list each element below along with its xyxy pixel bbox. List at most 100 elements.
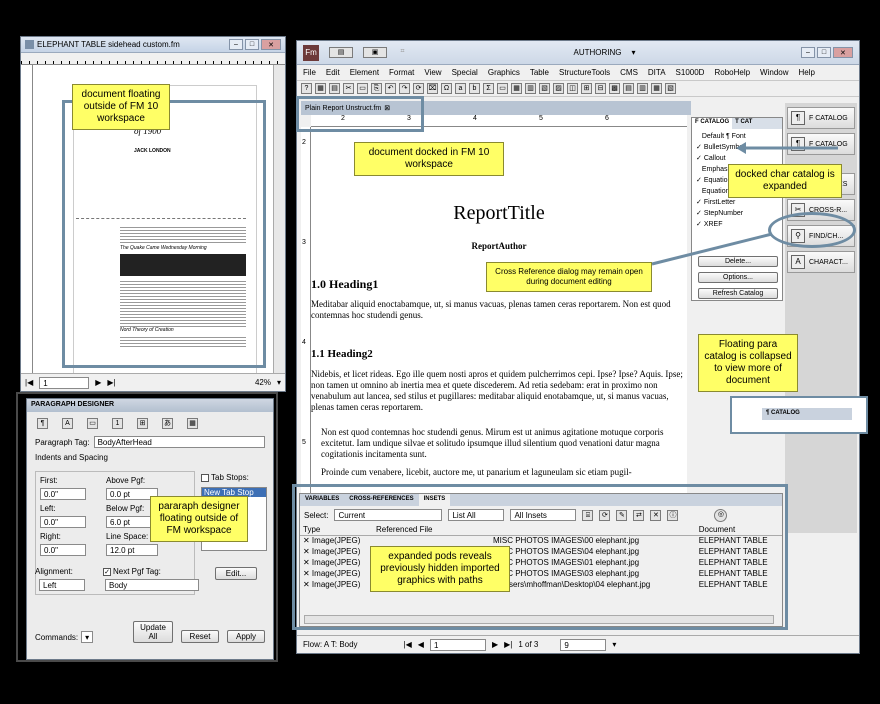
vruler-tick-label: 5 — [302, 439, 306, 446]
workspace-switcher[interactable]: AUTHORING — [573, 48, 621, 57]
toolbar-tool-icon[interactable]: Σ — [483, 83, 494, 94]
menu-special[interactable]: Special — [452, 68, 478, 77]
character-icon: A — [791, 255, 805, 269]
toolbar-tool-icon[interactable]: b — [469, 83, 480, 94]
menu-format[interactable]: Format — [389, 68, 414, 77]
zoom-dropdown-icon[interactable]: ▾ — [612, 640, 616, 649]
minimize-button[interactable]: – — [229, 39, 243, 50]
toolbar-tool-icon[interactable]: ▤ — [623, 83, 634, 94]
toolbar-tool-icon[interactable]: ⎘ — [371, 83, 382, 94]
app-maximize-button[interactable]: □ — [816, 47, 831, 58]
ruler-tick-label: 4 — [473, 115, 477, 122]
menu-graphics[interactable]: Graphics — [488, 68, 520, 77]
workspace-dropdown-icon[interactable]: ▾ — [631, 48, 635, 57]
pin-icon[interactable]: ⌗ — [397, 47, 408, 58]
next-page-icon[interactable]: ▶ — [492, 640, 498, 649]
char-catalog-item-label: Equation — [701, 188, 730, 195]
elephant-status-bar: |◀ 1 ▶ ▶| 42% ▾ — [21, 373, 285, 391]
pod-button[interactable]: ¶ F CATALOG — [787, 107, 855, 129]
app-titlebar[interactable]: Fm ▤ ▣ ⌗ AUTHORING ▾ – □ ✕ — [297, 41, 859, 65]
menu-file[interactable]: File — [303, 68, 316, 77]
pod-button-label: F CATALOG — [809, 114, 848, 122]
next-page-icon[interactable]: ▶ — [95, 378, 101, 387]
main-toolbar: ? ▦ ▤ ✂ ▭ ⎘ ↶ ↷ ⟳ ⌧ Ωa b Σ ▭ ▦ ▥ ▧ ▨ ◫ ⊞ ⊟ ▩ ▤ ▥ ▦ ▧ — [297, 81, 859, 97]
toolbar-tool-icon[interactable]: ⌧ — [427, 83, 438, 94]
catalog-options-button[interactable]: Options... — [698, 272, 778, 283]
toolbar-tool-icon[interactable]: ⊟ — [595, 83, 606, 94]
last-page-icon[interactable]: ▶| — [107, 378, 115, 387]
pod-button[interactable]: ¶ F CATALOG — [787, 133, 855, 155]
close-button[interactable]: ✕ — [261, 39, 281, 50]
main-status-bar: Flow: A T: Body |◀ ◀ 1 ▶ ▶| 1 of 3 9 ▾ — [297, 635, 859, 653]
menu-cms[interactable]: CMS — [620, 68, 638, 77]
last-page-icon[interactable]: ▶| — [504, 640, 512, 649]
app-close-button[interactable]: ✕ — [832, 47, 853, 58]
char-catalog-item[interactable]: ✓ StepNumber — [696, 208, 778, 219]
toolbar-tool-icon[interactable]: ▭ — [497, 83, 508, 94]
char-catalog-item[interactable]: ✓ BulletSymbol — [696, 142, 778, 153]
maximize-button[interactable]: □ — [245, 39, 259, 50]
toolbar-tool-icon[interactable]: ▦ — [315, 83, 326, 94]
app-minimize-button[interactable]: – — [800, 47, 815, 58]
arrange-icon[interactable]: ▣ — [363, 47, 387, 58]
callout-para-designer: pararaph designer floating outside of FM… — [150, 496, 248, 542]
toolbar-tool-icon[interactable]: ⊞ — [581, 83, 592, 94]
toolbar-tool-icon[interactable]: ▦ — [511, 83, 522, 94]
f-catalog-icon: ¶ — [791, 137, 805, 151]
layout-icon[interactable]: ▤ — [329, 47, 353, 58]
zoom-level[interactable]: 42% — [255, 378, 271, 387]
toolbar-tool-icon[interactable]: Ω — [441, 83, 452, 94]
vertical-scrollbar[interactable] — [273, 65, 285, 375]
menu-window[interactable]: Window — [760, 68, 788, 77]
vertical-ruler — [21, 65, 33, 375]
first-page-icon[interactable]: |◀ — [404, 640, 412, 649]
paragraph-4: Proinde cum venabere, licebit, auctore m… — [321, 467, 632, 477]
refresh-catalog-button[interactable]: Refresh Catalog — [698, 288, 778, 299]
char-catalog-item[interactable]: ✓ Callout — [696, 153, 778, 164]
char-catalog-item[interactable]: Default ¶ Font — [696, 131, 778, 142]
toolbar-tool-icon[interactable]: ▦ — [651, 83, 662, 94]
menu-table[interactable]: Table — [530, 68, 549, 77]
menu-robohelp[interactable]: RoboHelp — [714, 68, 750, 77]
zoom-field[interactable]: 9 — [560, 638, 607, 651]
toolbar-tool-icon[interactable]: ? — [301, 83, 312, 94]
page-field[interactable]: 1 — [429, 638, 486, 651]
toolbar-tool-icon[interactable]: ▧ — [665, 83, 676, 94]
prev-page-icon[interactable]: ◀ — [418, 640, 424, 649]
char-catalog-item[interactable]: ✓ FirstLetter — [696, 197, 778, 208]
menu-element[interactable]: Element — [350, 68, 379, 77]
elephant-doc-titlebar[interactable]: ELEPHANT TABLE sidehead custom.fm – □ ✕ — [21, 37, 285, 53]
toolbar-tool-icon[interactable]: ◫ — [567, 83, 578, 94]
para-catalog-tab[interactable]: ¶ CATALOG — [762, 408, 852, 420]
page-number-field[interactable]: 1 — [39, 376, 90, 389]
menu-dita[interactable]: DITA — [648, 68, 666, 77]
toolbar-tool-icon[interactable]: ↶ — [385, 83, 396, 94]
table-catalog-tab[interactable]: T CAT — [732, 118, 755, 129]
char-catalog-item[interactable]: ✓ XREF — [696, 219, 778, 230]
zoom-out-icon[interactable]: ▾ — [277, 378, 281, 387]
toolbar-tool-icon[interactable]: ↷ — [399, 83, 410, 94]
toolbar-tool-icon[interactable]: ▧ — [539, 83, 550, 94]
toolbar-tool-icon[interactable]: ⟳ — [413, 83, 424, 94]
document-page[interactable]: ReportTitle ReportAuthor 1.0 Heading1 Me… — [311, 127, 687, 531]
toolbar-tool-icon[interactable]: ▩ — [609, 83, 620, 94]
menu-help[interactable]: Help — [799, 68, 815, 77]
toolbar-tool-icon[interactable]: ▭ — [357, 83, 368, 94]
toolbar-tool-icon[interactable]: ▤ — [329, 83, 340, 94]
menu-structuretools[interactable]: StructureTools — [559, 68, 610, 77]
toolbar-tool-icon[interactable]: ✂ — [343, 83, 354, 94]
char-catalog-item-label: FirstLetter — [703, 199, 736, 206]
callout-pods: expanded pods reveals previously hidden … — [370, 546, 510, 592]
pod-button[interactable]: A CHARACT... — [787, 251, 855, 273]
catalog-delete-button[interactable]: Delete... — [698, 256, 778, 267]
callout-floating-doc: document floating outside of FM 10 works… — [72, 84, 170, 130]
toolbar-tool-icon[interactable]: ▨ — [553, 83, 564, 94]
menu-view[interactable]: View — [424, 68, 441, 77]
toolbar-tool-icon[interactable]: a — [455, 83, 466, 94]
toolbar-tool-icon[interactable]: ▥ — [637, 83, 648, 94]
char-catalog-tab[interactable]: F CATALOG — [692, 118, 733, 129]
menu-s1000d[interactable]: S1000D — [676, 68, 705, 77]
toolbar-tool-icon[interactable]: ▥ — [525, 83, 536, 94]
menu-edit[interactable]: Edit — [326, 68, 340, 77]
first-page-icon[interactable]: |◀ — [25, 378, 33, 387]
